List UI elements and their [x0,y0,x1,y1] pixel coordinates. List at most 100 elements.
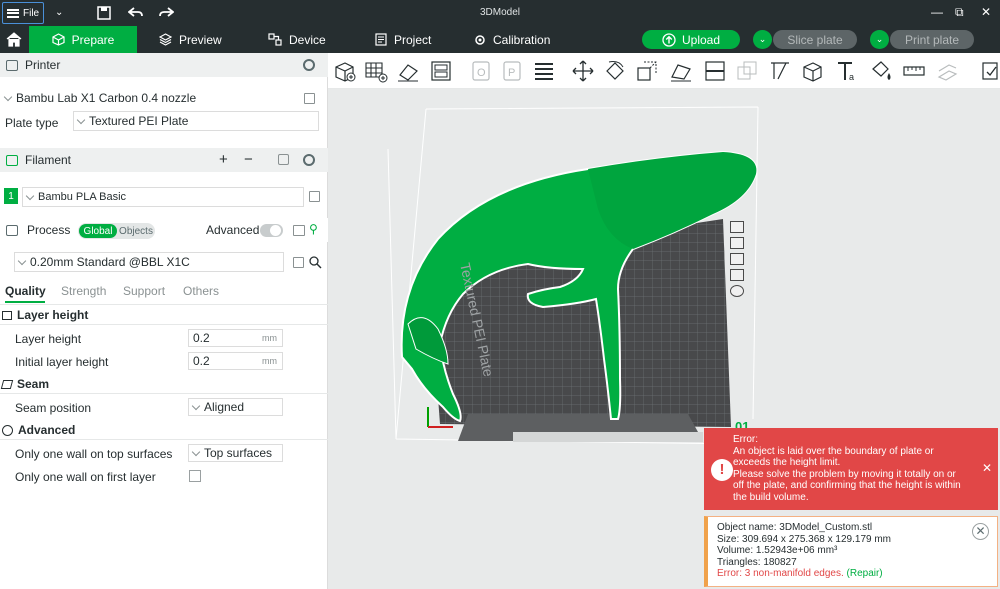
error-line-5: the build volume. [733,491,809,503]
save-preset-icon[interactable] [293,257,304,268]
gear-icon[interactable] [303,59,315,71]
tab-project[interactable]: Project [375,26,431,53]
svg-text:P: P [508,67,515,79]
move-icon[interactable] [570,58,596,84]
close-icon[interactable]: ✕ [982,462,992,475]
color-painting-icon[interactable] [868,58,894,84]
advanced-toggle[interactable] [260,224,283,237]
close-button[interactable]: ✕ [981,5,991,19]
tab-others[interactable]: Others [183,284,219,298]
initial-layer-height-value: 0.2 [193,354,210,368]
filament-icon [6,154,18,166]
list-icon[interactable] [293,225,305,236]
add-filament-button[interactable]: + [219,151,228,168]
printer-section-header: Printer [0,53,328,77]
plate-type-select[interactable]: Textured PEI Plate [73,111,319,131]
tab-support[interactable]: Support [123,284,165,298]
edit-icon[interactable] [309,191,320,202]
lay-on-face-icon[interactable] [668,58,694,84]
filament-select[interactable]: Bambu PLA Basic [22,187,304,207]
text-icon[interactable]: a [834,58,860,84]
tab-prepare[interactable]: Prepare [29,26,137,53]
more-tools-icon[interactable] [978,58,1000,84]
filament-section-header: Filament + − [0,148,328,172]
process-scope-switch[interactable]: Global Objects [78,223,155,239]
support-painting-icon[interactable] [767,58,793,84]
tab-strength[interactable]: Strength [61,284,106,298]
plate-settings-icon[interactable] [730,285,744,297]
one-wall-first-checkbox[interactable] [189,470,201,482]
print-plate-button[interactable]: Print plate [890,30,974,49]
one-wall-first-label: Only one wall on first layer [15,470,156,484]
error-icon: ! [711,459,733,481]
process-preset-select[interactable]: 0.20mm Standard @BBL X1C [14,252,284,272]
add-plate-icon[interactable] [363,58,389,84]
plate-orient-icon[interactable] [730,253,744,265]
printer-section-title: Printer [25,58,61,72]
slice-options-chevron-icon[interactable]: ⌄ [753,30,772,49]
plate-arrange-icon[interactable] [730,237,744,249]
upload-button[interactable]: Upload [642,30,740,49]
layer-height-value: 0.2 [193,331,210,345]
app-window: File ⌄ 3DModel — ⧉ ✕ Prepare Preview Dev… [0,0,1000,589]
restore-button[interactable]: ⧉ [955,5,964,20]
close-icon[interactable]: ✕ [972,523,989,540]
object-toolbar: O P a [328,53,1000,89]
initial-layer-height-unit: mm [262,356,277,366]
home-icon [6,32,21,47]
tab-calibration[interactable]: Calibration [474,26,550,53]
window-title: 3DModel [479,7,521,18]
auto-orient-icon[interactable] [395,58,421,84]
advanced-gear-icon [2,424,13,436]
filament-slot-badge[interactable]: 1 [4,188,18,204]
layer-height-input[interactable]: 0.2 mm [188,329,283,347]
split-objects-icon[interactable]: O [468,58,494,84]
initial-layer-height-input[interactable]: 0.2 mm [188,352,283,370]
slice-plate-button[interactable]: Slice plate [773,30,857,49]
rotate-icon[interactable] [602,58,628,84]
arrange-icon[interactable] [428,58,454,84]
printer-icon [6,59,18,71]
seam-position-select[interactable]: Aligned [188,398,283,416]
mesh-boolean-icon[interactable] [734,58,760,84]
delete-plate-icon[interactable] [730,221,744,233]
document-icon [375,33,387,46]
tab-preview[interactable]: Preview [159,26,222,53]
assembly-icon[interactable] [934,58,960,84]
lock-plate-icon[interactable] [730,269,744,281]
edit-icon[interactable] [304,93,315,104]
scope-objects[interactable]: Objects [118,224,154,238]
seam-painting-icon[interactable] [800,58,826,84]
minimize-button[interactable]: — [931,5,943,19]
measure-icon[interactable] [901,58,927,84]
repair-link[interactable]: (Repair) [847,568,883,579]
object-info-text: Object name: 3DModel_Custom.stl Size: 30… [717,522,891,580]
printer-select[interactable]: Bambu Lab X1 Carbon 0.4 nozzle [0,88,300,108]
tab-device[interactable]: Device [268,26,326,53]
scope-global[interactable]: Global [79,224,117,238]
layers-editing-icon[interactable] [531,58,557,84]
error-line-3: Please solve the problem by moving it to… [733,468,956,480]
home-button[interactable] [0,26,27,53]
3d-viewport[interactable]: Textured PEI Plate 01 [328,89,1000,589]
one-wall-top-select[interactable]: Top surfaces [188,444,283,462]
error-title: Error: [733,434,758,445]
gear-icon[interactable] [303,154,315,166]
remove-filament-button[interactable]: − [244,151,253,168]
split-parts-icon[interactable]: P [499,58,525,84]
layer-height-group-label: Layer height [17,308,89,322]
caret-icon [25,191,35,200]
divider [0,439,328,440]
filament-sync-icon[interactable] [278,154,289,165]
print-options-chevron-icon[interactable]: ⌄ [870,30,889,49]
divider [0,304,328,305]
cut-icon[interactable] [702,58,728,84]
add-object-icon[interactable] [332,58,358,84]
compare-icon[interactable]: ⚲ [309,222,318,236]
caret-icon [76,115,86,124]
search-icon[interactable] [309,256,322,269]
advanced-label: Advanced [206,223,260,237]
tab-quality[interactable]: Quality [5,284,46,298]
active-tab-indicator [5,301,45,303]
scale-icon[interactable] [634,58,660,84]
